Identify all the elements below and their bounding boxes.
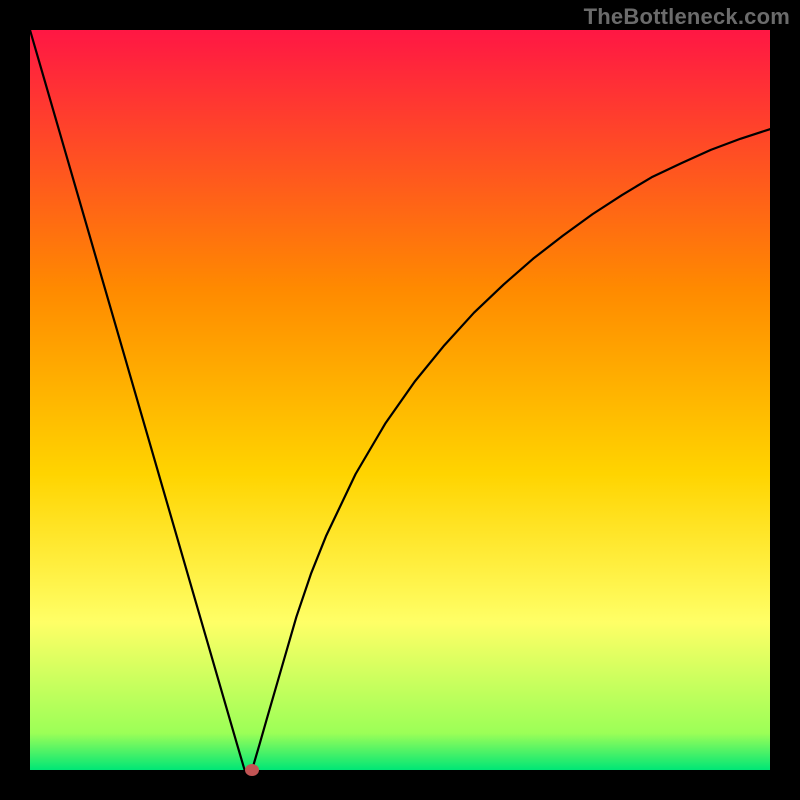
chart-container: TheBottleneck.com	[0, 0, 800, 800]
chart-svg	[0, 0, 800, 800]
watermark-text: TheBottleneck.com	[584, 4, 790, 30]
plot-background	[30, 30, 770, 770]
optimal-point-marker	[245, 764, 259, 776]
